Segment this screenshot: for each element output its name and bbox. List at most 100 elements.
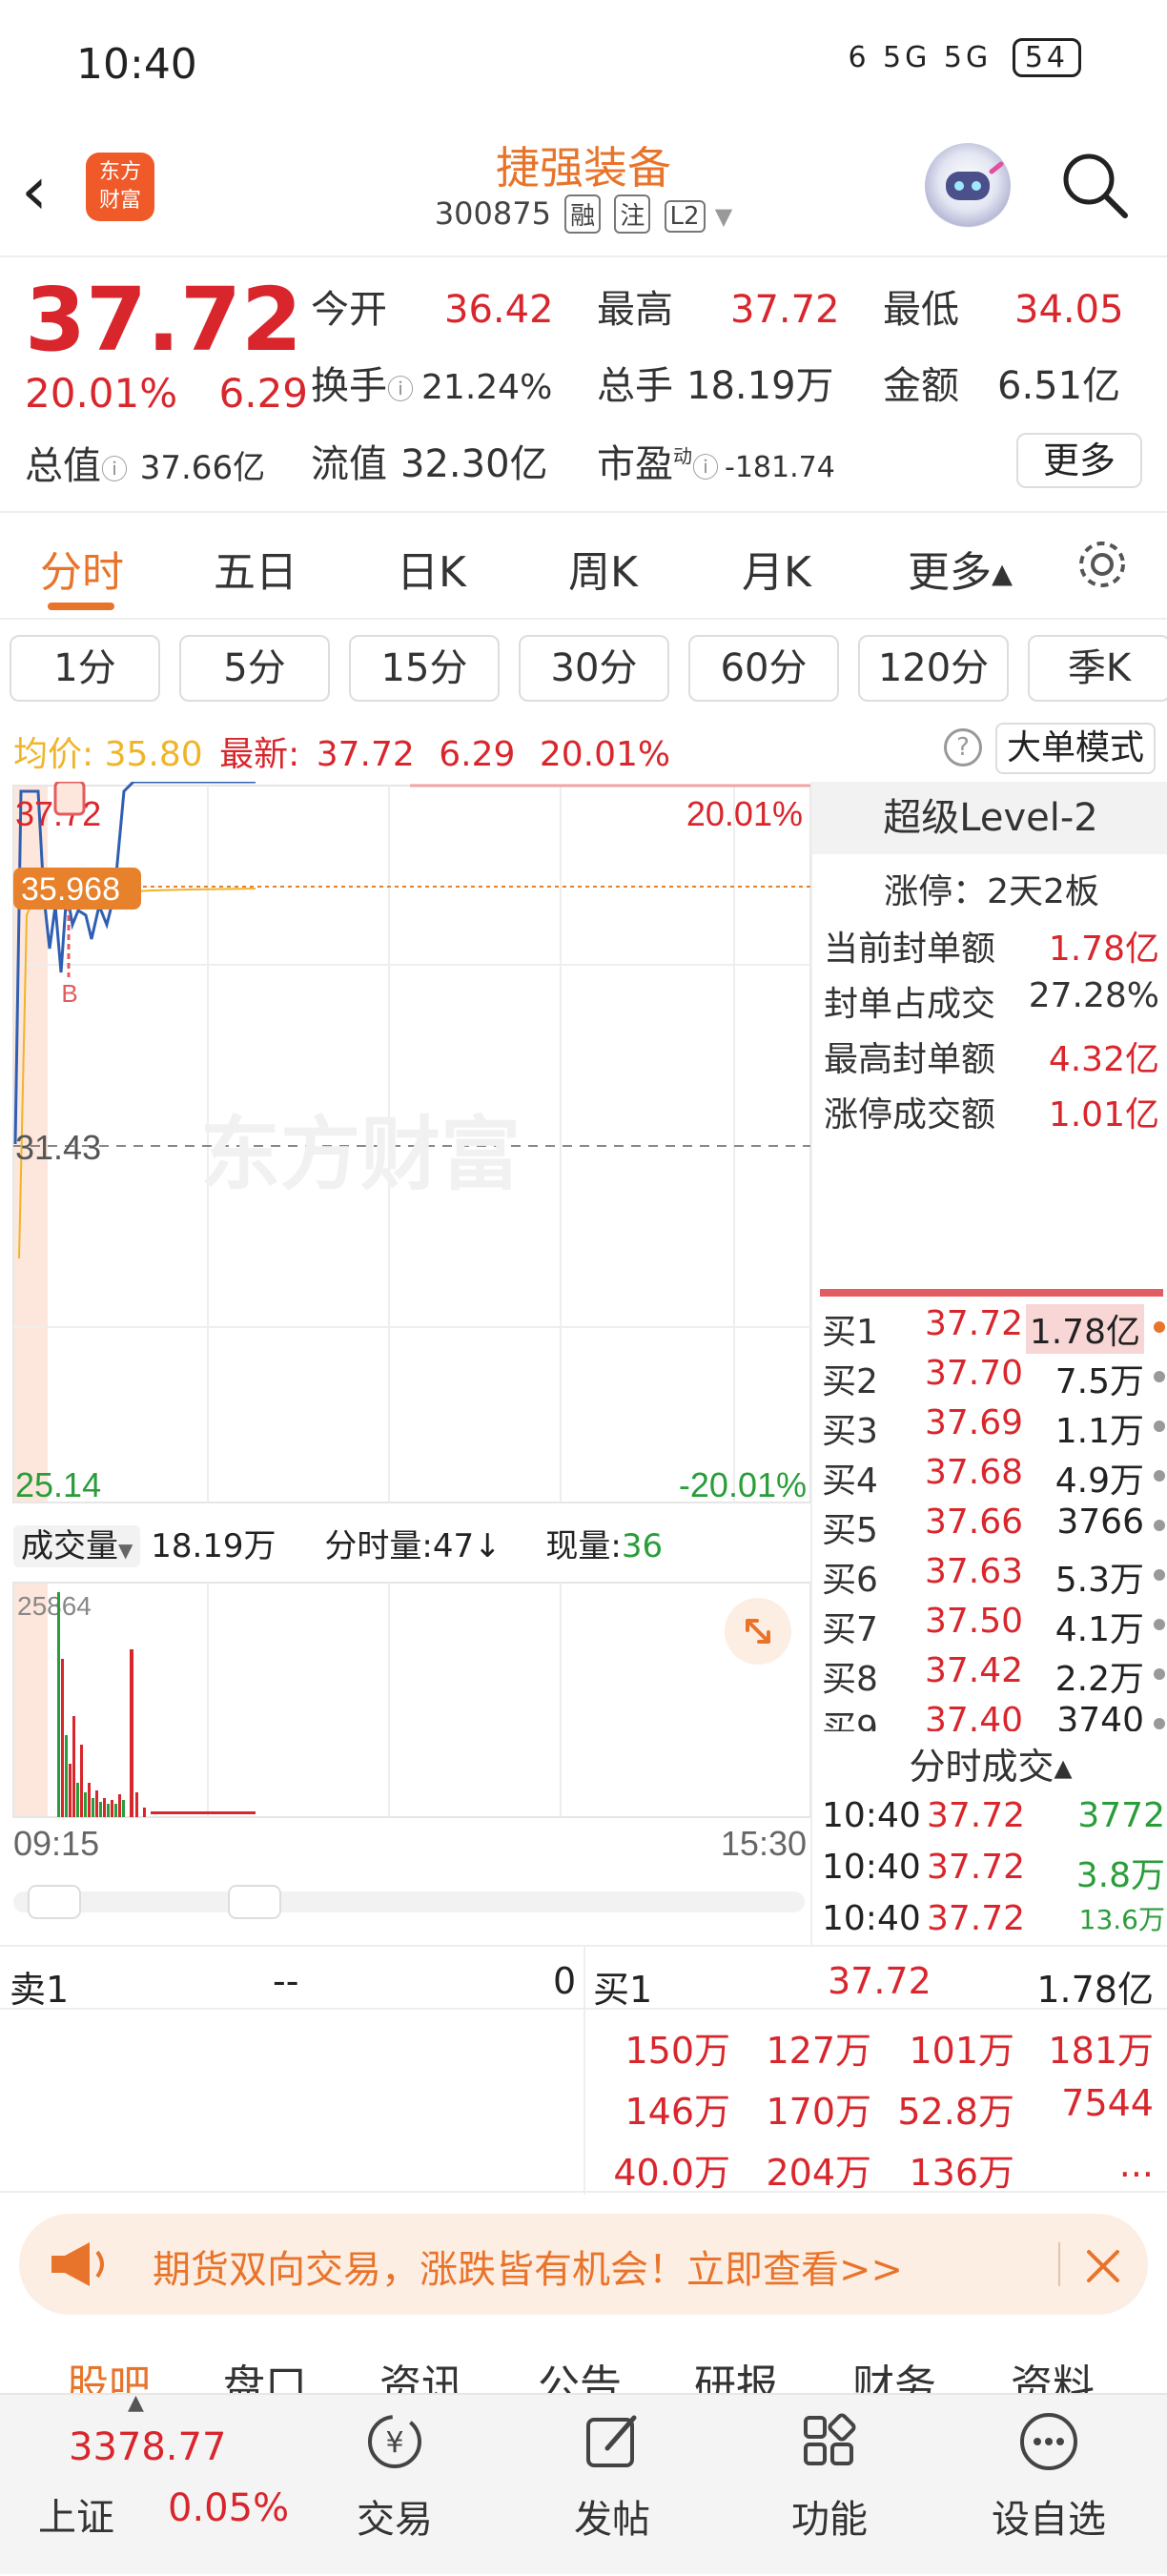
tab-five-day[interactable]: 五日 [214,538,297,599]
range-handle-right[interactable] [228,1885,281,1919]
close-icon[interactable] [1079,2242,1127,2290]
bid-row: 买2 37.70 7.5万 [822,1354,1165,1403]
order-queue[interactable]: 卖1 -- 0 买1 37.72 1.78亿 150万 127万 101万 18… [0,1945,1167,2195]
tab-more[interactable]: 更多▴ [908,538,1013,599]
l2-value: 1.01亿 [1048,1095,1159,1135]
nav-watchlist[interactable]: 设自选 [972,2395,1125,2544]
l2-row-limit-amount: 涨停成交额 1.01亿 [824,1087,1159,1136]
tab-5min[interactable]: 5分 [179,635,330,702]
tab-weekly-k[interactable]: 周K [568,538,638,599]
tab-order-book[interactable]: 盘口 [223,2351,307,2393]
tab-financials[interactable]: 财务 [852,2351,936,2393]
buy-marker: B [61,979,77,1008]
tab-forum[interactable]: 股吧 [67,2351,151,2393]
queue-cell: 40.0万 [613,2152,730,2194]
tab-announcements[interactable]: 公告 [538,2351,622,2393]
open-value: 36.42 [444,288,554,332]
tab-60min[interactable]: 60分 [688,635,839,702]
tick-qty: 3.8万 [1075,1856,1165,1895]
nav-label: 设自选 [992,2498,1106,2542]
tick-qty: 13.6万 [1078,1904,1165,1935]
level2-title[interactable]: 超级Level-2 [812,782,1167,854]
bid-label: 买4 [822,1462,878,1501]
watermark: 东方财富 [200,1108,521,1201]
info-icon[interactable]: ⓘ [387,374,414,405]
settings-gear-icon[interactable] [1072,534,1133,595]
current-price: 37.72 [25,269,303,371]
queue-header-row [0,1947,1167,2010]
stock-header: ‹ 东方 财富 捷强装备 300875 融 注 L2 ▼ [0,133,1167,256]
intraday-summary: 均价: 35.80 最新: 37.72 6.29 20.01% [13,726,670,776]
search-icon[interactable] [1056,147,1133,223]
bid-book[interactable]: 买1 37.72 1.78亿 买2 37.70 7.5万 买3 37.69 1.1万 买4 3… [812,1304,1167,1544]
change-amt: 6.29 [218,370,309,417]
bid-row: 买5 37.66 3766 [822,1503,1165,1544]
queue-cell: 170万 [766,2091,871,2133]
tab-research[interactable]: 研报 [694,2351,778,2393]
tab-15min[interactable]: 15分 [349,635,500,702]
tab-monthly-k[interactable]: 月K [742,538,811,599]
big-order-mode-button[interactable]: 大单模式 [995,723,1156,774]
help-icon[interactable]: ? [944,728,982,767]
tab-profile[interactable]: 资料 [1011,2351,1095,2393]
float-cap-field: 流值 32.30亿 [311,433,548,488]
info-icon[interactable]: ⓘ [692,452,719,483]
bid-row: 买3 37.69 1.1万 [822,1403,1165,1453]
bottom-nav: ▲ 3378.77 上证 0.05% ¥ 交易 发帖 功能 设自选 [0,2391,1167,2576]
bid-price: 37.66 [925,1503,1024,1542]
bid-amount: 4.1万 [1054,1610,1144,1649]
assistant-robot-icon[interactable] [925,143,1011,229]
tab-30min[interactable]: 30分 [519,635,669,702]
l2-value: 1.78亿 [1048,930,1159,969]
bid-label: 买2 [822,1362,878,1401]
tick-price: 37.72 [927,1899,1026,1938]
buy1-qty: 1.78亿 [1036,1969,1154,2011]
queue-cell: 127万 [766,2030,871,2072]
float-cap-value: 32.30亿 [400,442,548,486]
range-handle-left[interactable] [28,1885,81,1919]
bid-row: 买4 37.68 4.9万 [822,1453,1165,1503]
bid-amount: 5.3万 [1054,1561,1144,1600]
nav-post[interactable]: 发帖 [536,2395,688,2544]
open-label: 今开 [311,288,387,332]
turnover-value: 21.24% [421,368,553,407]
bid-row: 买8 37.42 2.2万 [822,1651,1165,1701]
edit-icon [579,2408,645,2475]
bid-label: 买5 [822,1511,878,1544]
volume-panel: 成交量▼ 18.19万 分时量:47↓ 现量:36 25864 09:15 15… [0,1516,810,1954]
latest-change: 6.29 [439,735,516,774]
bid-price: 37.50 [925,1602,1024,1641]
index-ticker[interactable]: ▲ 3378.77 上证 0.05% [0,2391,305,2576]
bid-dot [1154,1470,1165,1482]
ticks-header[interactable]: 分时成交▴ [812,1737,1167,1789]
tab-quarter-k[interactable]: 季K [1028,635,1167,702]
intraday-chart[interactable]: 37.72 20.01% 31.43 25.14 -20.01% 东方财富 35… [0,780,811,1516]
cursor-price: 35.968 [21,871,120,908]
expand-icon[interactable] [725,1598,791,1665]
info-icon[interactable]: ⓘ [101,454,128,485]
tab-intraday[interactable]: 分时 [40,538,124,599]
tab-120min[interactable]: 120分 [858,635,1009,702]
status-time: 10:40 [76,40,197,89]
low-label: 最低 [883,288,959,332]
bid-amount: 4.9万 [1054,1462,1144,1501]
latest-value: 37.72 [316,735,415,774]
more-button[interactable]: 更多 [1016,433,1142,488]
bid-dot [1154,1718,1165,1729]
time-start: 09:15 [13,1824,99,1863]
nav-functions[interactable]: 功能 [753,2395,906,2544]
index-value: 3378.77 [69,2425,227,2469]
high-field: 最高 37.72 [597,278,840,334]
tab-news[interactable]: 资讯 [379,2351,463,2393]
futures-promo-banner[interactable]: 期货双向交易，涨跌皆有机会！立即查看>> [19,2214,1148,2315]
tab-daily-k[interactable]: 日K [397,538,466,599]
range-slider-track[interactable] [13,1891,805,1912]
bid-dot [1154,1619,1165,1630]
buy-marker-box [53,780,86,816]
bid-price: 37.72 [925,1304,1024,1343]
volume-label: 总手 [597,364,673,408]
minute-tabs: 1分 5分 15分 30分 60分 120分 季K [0,633,1167,707]
tab-1min[interactable]: 1分 [10,635,160,702]
nav-trade[interactable]: ¥ 交易 [318,2395,471,2544]
bid-book-lower[interactable]: 买6 37.63 5.3万 买7 37.50 4.1万 买8 37.42 2.2万 买9 37… [812,1552,1167,1731]
